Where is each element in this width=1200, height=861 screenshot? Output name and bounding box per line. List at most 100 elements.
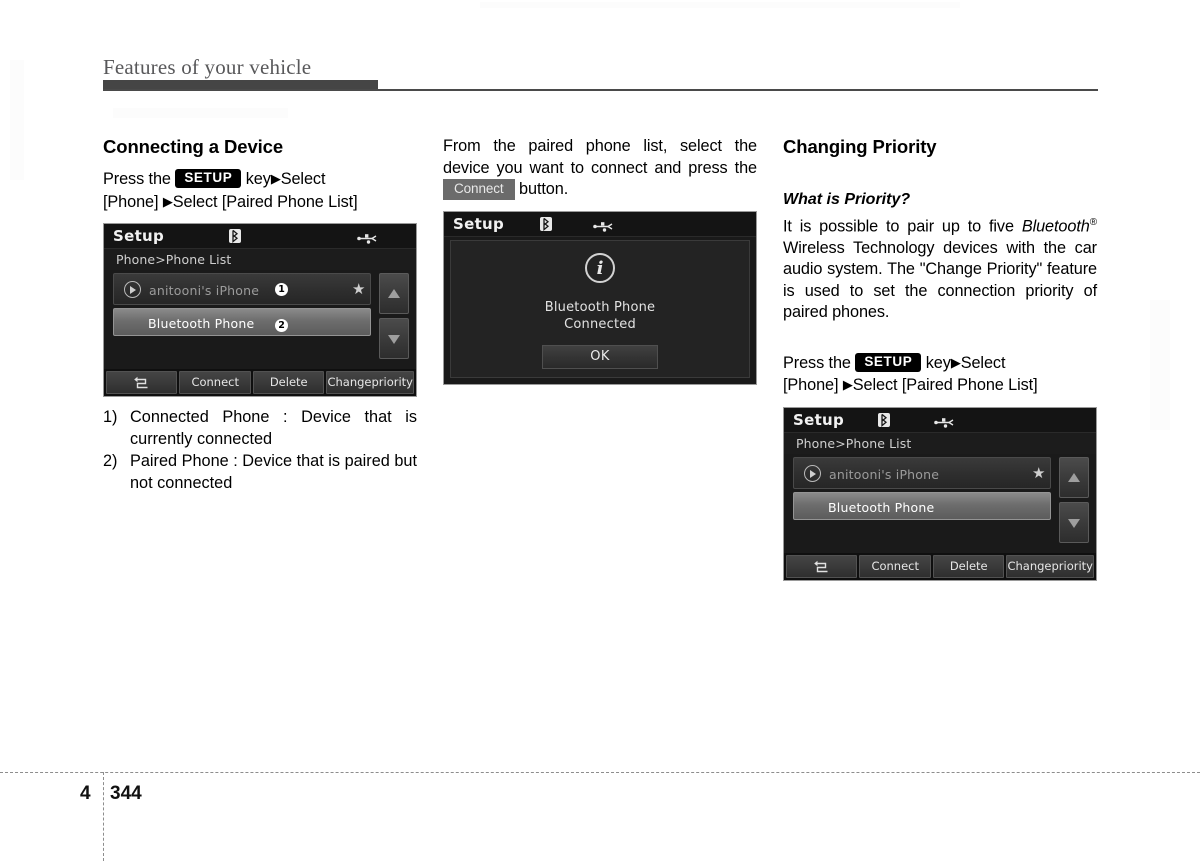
priority-description-part1: It is possible to pair up to five: [783, 217, 1014, 236]
screen-title: Setup: [453, 214, 505, 233]
scan-artifact-header: [113, 108, 288, 118]
header-rule-thick: [103, 80, 378, 89]
header-rule: [103, 80, 1098, 92]
triangle-up-icon: [1068, 472, 1080, 482]
step-arrow-icon: ▶: [270, 171, 281, 186]
connect-instruction-text: From the paired phone list, select the d…: [443, 137, 757, 177]
scroll-up-button[interactable]: [379, 273, 409, 314]
dialog-message-line1: Bluetooth Phone: [544, 299, 656, 315]
scroll-down-button[interactable]: [379, 318, 409, 359]
play-circle-icon: [124, 281, 141, 298]
instruction-select-1: Select: [280, 170, 326, 188]
list-item-paired-phone[interactable]: Bluetooth Phone 2: [113, 308, 371, 336]
screen-title: Setup: [113, 227, 165, 245]
info-icon: i: [585, 252, 615, 283]
footer-divider-vertical: [103, 772, 104, 861]
list-item-connected-phone[interactable]: anitooni's iPhone ★: [793, 456, 1051, 489]
dialog-message-line2: Connected: [564, 316, 636, 332]
change-priority-line2: priority: [371, 374, 413, 389]
column-right: Changing Priority What is Priority? It i…: [783, 136, 1097, 581]
note-item-1: 1) Connected Phone : Device that is curr…: [103, 407, 417, 450]
back-button[interactable]: [786, 554, 858, 578]
screen-breadcrumb: Phone>Phone List: [784, 432, 1096, 454]
header-rule-thin: [103, 89, 1098, 91]
notes-list: 1) Connected Phone : Device that is curr…: [103, 407, 417, 494]
instruction-press-the: Press the: [783, 353, 851, 372]
instruction-select-1: Select: [960, 353, 1006, 372]
note-item-2: 2) Paired Phone : Device that is paired …: [103, 451, 417, 494]
column-middle: From the paired phone list, select the d…: [443, 136, 757, 385]
scan-artifact-top: [480, 2, 960, 8]
dialog-panel: i Bluetooth Phone Connected OK: [450, 239, 750, 378]
step-arrow-icon: ▶: [950, 354, 961, 370]
connect-button[interactable]: Connect: [179, 371, 251, 394]
change-priority-button[interactable]: Change priority: [1006, 554, 1094, 578]
change-priority-line2: priority: [1051, 558, 1093, 573]
instruction-phone: [Phone]: [783, 376, 839, 395]
change-priority-line1: Change: [1007, 558, 1052, 573]
triangle-up-icon: [388, 289, 400, 298]
section-heading-connecting-a-device: Connecting a Device: [103, 136, 284, 157]
usb-icon: [593, 219, 613, 232]
dialog-ok-button[interactable]: OK: [542, 344, 658, 369]
screen-status-bar: Setup: [104, 224, 416, 249]
connect-badge: Connect: [443, 179, 515, 200]
section-heading-changing-priority: Changing Priority: [783, 136, 937, 157]
registered-mark: ®: [1089, 217, 1097, 228]
connect-instruction-paragraph: From the paired phone list, select the d…: [443, 136, 757, 201]
chapter-number: 4: [80, 783, 91, 804]
scan-artifact-right: [1150, 300, 1170, 430]
priority-description-part2: Wireless Technology devices with the car…: [783, 238, 1097, 322]
connect-button[interactable]: Connect: [859, 554, 931, 578]
note-marker: 1): [103, 408, 118, 426]
step-arrow-icon-2: ▶: [162, 193, 173, 209]
play-circle-icon: [804, 464, 821, 482]
delete-button[interactable]: Delete: [252, 371, 325, 394]
triangle-down-icon: [1068, 518, 1080, 528]
note-marker: 2): [103, 452, 118, 470]
delete-button[interactable]: Delete: [932, 554, 1005, 578]
subheading-what-is-priority: What is Priority?: [783, 191, 911, 208]
scroll-up-button[interactable]: [1059, 456, 1089, 498]
back-arrow-icon: [813, 560, 830, 573]
favorite-star-icon[interactable]: ★: [1032, 466, 1045, 481]
bluetooth-icon: [540, 216, 552, 231]
usb-icon: [934, 415, 954, 428]
screen-title: Setup: [793, 410, 845, 429]
page-number: 344: [110, 783, 142, 804]
scan-artifact-left: [10, 60, 24, 180]
screen-status-bar: Setup: [784, 407, 1096, 433]
connecting-instruction: Press the SETUP key▶Select [Phone] ▶Sele…: [103, 168, 417, 213]
screenshot-phone-list-right: Setup Phone>Phone List anitooni's iPhone…: [783, 406, 1097, 581]
back-button[interactable]: [106, 371, 178, 394]
priority-instruction: Press the SETUP key▶Select [Phone] ▶Sele…: [783, 352, 1097, 397]
bluetooth-icon: [878, 412, 890, 427]
change-priority-line1: Change: [327, 374, 372, 389]
instruction-key: key: [925, 353, 951, 372]
running-head: Features of your vehicle: [103, 55, 312, 79]
instruction-key: key: [245, 170, 271, 188]
page-header: Features of your vehicle: [103, 54, 1098, 80]
favorite-star-icon[interactable]: ★: [352, 282, 365, 297]
callout-number-2: 2: [275, 319, 288, 332]
connect-instruction-tail: button.: [519, 180, 569, 198]
screen-toolbar: Connect Delete Change priority: [784, 552, 1096, 580]
screen-status-bar: Setup: [444, 211, 756, 237]
screenshot-connected-dialog: Setup i Bluetooth Phone Connected OK: [443, 210, 757, 385]
screen-toolbar: Connect Delete Change priority: [104, 369, 416, 396]
list-item-connected-phone[interactable]: anitooni's iPhone 1 ★: [113, 273, 371, 305]
screen-breadcrumb: Phone>Phone List: [104, 249, 416, 270]
list-item-label: Bluetooth Phone: [828, 499, 935, 515]
bluetooth-icon: [229, 229, 241, 243]
callout-number-1: 1: [275, 283, 288, 296]
scroll-down-button[interactable]: [1059, 501, 1089, 543]
footer-divider-horizontal: [0, 772, 1200, 773]
column-left: Connecting a Device Press the SETUP key▶…: [103, 136, 417, 495]
list-item-label: Bluetooth Phone: [148, 316, 255, 331]
list-item-paired-phone[interactable]: Bluetooth Phone: [793, 491, 1051, 520]
instruction-phone: [Phone]: [103, 192, 159, 211]
info-glyph: i: [596, 257, 604, 279]
instruction-select-paired-list: Select [Paired Phone List]: [172, 192, 358, 211]
change-priority-button[interactable]: Change priority: [326, 371, 414, 394]
setup-key-badge: SETUP: [175, 169, 242, 188]
